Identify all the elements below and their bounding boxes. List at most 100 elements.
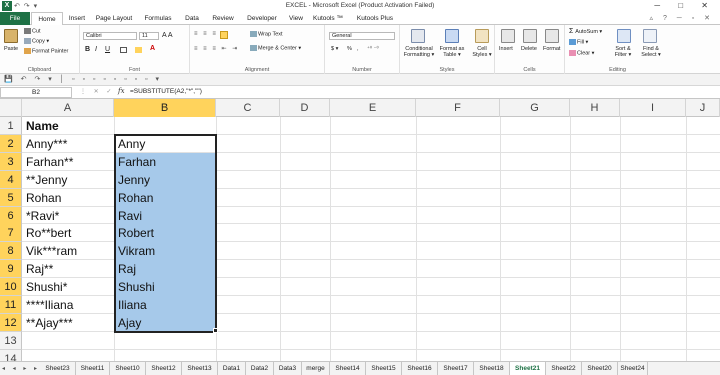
cell-b11[interactable]: Iliana: [115, 296, 215, 314]
cell-b10[interactable]: Shushi: [115, 278, 215, 297]
name-box[interactable]: B2: [0, 87, 72, 98]
fill-color-button[interactable]: [135, 47, 143, 53]
tab-formulas[interactable]: Formulas: [140, 12, 176, 25]
cell-b2[interactable]: Anny: [115, 135, 215, 153]
formula-input[interactable]: =SUBSTITUTE(A2,"*",""): [130, 88, 202, 95]
decimal-buttons[interactable]: ⁺⁰ ⁻⁰: [367, 46, 379, 52]
find-select-button[interactable]: Find & Select ▾: [637, 46, 665, 58]
quick-access-icons[interactable]: 💾 ↶ ↷ ▾ │ ▫ ▫ ▫ ▫ ▫ ▫ ▫ ▫ ▾: [4, 75, 162, 83]
ribbon-help-controls[interactable]: ▵ ? ─ ▫ ✕: [650, 14, 715, 22]
column-header-h[interactable]: H: [570, 99, 620, 117]
row-header-11[interactable]: 11: [0, 296, 22, 314]
column-header-c[interactable]: C: [216, 99, 280, 117]
cell-a7[interactable]: Ro**bert: [23, 224, 114, 242]
delete-cells-button[interactable]: Delete: [521, 46, 537, 52]
window-controls[interactable]: ─ □ ✕: [654, 1, 716, 10]
column-header-f[interactable]: F: [416, 99, 500, 117]
row-header-2[interactable]: 2: [0, 134, 22, 153]
sheet-nav-buttons[interactable]: ◂ ◂ ▸ ▸: [2, 365, 40, 372]
column-header-b[interactable]: B: [114, 99, 216, 117]
cut-button[interactable]: Cut: [24, 28, 41, 34]
sheet-tab-data2[interactable]: Data2: [246, 362, 274, 375]
orientation-button[interactable]: [220, 31, 228, 39]
sheet-tab-sheet11[interactable]: Sheet11: [76, 362, 110, 375]
cell-b9[interactable]: Raj: [115, 260, 215, 279]
sheet-tab-sheet10[interactable]: Sheet10: [110, 362, 146, 375]
font-size-dropdown[interactable]: 11: [139, 32, 159, 40]
font-grow-shrink[interactable]: A A: [162, 32, 173, 39]
format-cells-icon[interactable]: [545, 29, 559, 43]
sheet-tab-sheet15[interactable]: Sheet15: [366, 362, 402, 375]
paste-button[interactable]: Paste: [4, 46, 18, 52]
sheet-tab-sheet21[interactable]: Sheet21: [510, 362, 546, 375]
tab-insert[interactable]: Insert: [64, 12, 90, 25]
sheet-tab-sheet18[interactable]: Sheet18: [474, 362, 510, 375]
percent-button[interactable]: %: [347, 46, 352, 52]
sheet-tab-sheet23[interactable]: Sheet23: [40, 362, 76, 375]
format-painter-button[interactable]: Format Painter: [24, 48, 68, 54]
cell-a8[interactable]: Vik***ram: [23, 242, 114, 260]
cell-styles-button[interactable]: Cell Styles ▾: [470, 46, 494, 58]
clear-button[interactable]: Clear ▾: [569, 50, 594, 56]
conditional-formatting-icon[interactable]: [411, 29, 425, 43]
row-header-4[interactable]: 4: [0, 170, 22, 189]
cell-a12[interactable]: **Ajay***: [23, 314, 114, 332]
cell-b7[interactable]: Robert: [115, 224, 215, 243]
sheet-tab-sheet17[interactable]: Sheet17: [438, 362, 474, 375]
tab-file[interactable]: File: [0, 12, 30, 25]
cell-a11[interactable]: ****Iliana: [23, 296, 114, 314]
font-color-button[interactable]: A: [150, 45, 155, 52]
cell-b12[interactable]: Ajay: [115, 313, 215, 332]
find-select-icon[interactable]: [643, 29, 657, 43]
format-as-table-button[interactable]: Format as Table ▾: [437, 46, 467, 58]
cell-b1[interactable]: [115, 117, 215, 135]
sheet-tab-sheet24[interactable]: Sheet24: [618, 362, 648, 375]
fill-button[interactable]: Fill ▾: [569, 39, 588, 45]
tab-home[interactable]: Home: [31, 12, 63, 26]
row-header-5[interactable]: 5: [0, 188, 22, 207]
sheet-tab-merge[interactable]: merge: [302, 362, 330, 375]
column-header-j[interactable]: J: [686, 99, 720, 117]
underline-button[interactable]: U: [105, 46, 110, 53]
column-header-d[interactable]: D: [280, 99, 330, 117]
cell-b5[interactable]: Rohan: [115, 188, 215, 207]
sheet-tab-sheet14[interactable]: Sheet14: [330, 362, 366, 375]
font-name-dropdown[interactable]: Calibri: [83, 32, 137, 40]
cell-a5[interactable]: Rohan: [23, 189, 114, 207]
cell-a1[interactable]: Name: [23, 117, 114, 135]
column-header-e[interactable]: E: [330, 99, 416, 117]
cell-a2[interactable]: Anny***: [23, 135, 114, 153]
column-header-i[interactable]: I: [620, 99, 686, 117]
tab-developer[interactable]: Developer: [242, 12, 282, 25]
row-header-8[interactable]: 8: [0, 242, 22, 261]
row-header-3[interactable]: 3: [0, 152, 22, 171]
conditional-formatting-button[interactable]: Conditional Formatting ▾: [403, 46, 435, 58]
row-header-6[interactable]: 6: [0, 206, 22, 225]
row-header-7[interactable]: 7: [0, 224, 22, 243]
sheet-tab-sheet13[interactable]: Sheet13: [182, 362, 218, 375]
cell-a9[interactable]: Raj**: [23, 260, 114, 278]
tab-data[interactable]: Data: [180, 12, 204, 25]
sort-filter-icon[interactable]: [617, 29, 631, 43]
vertical-align-buttons[interactable]: ≡ ≡ ≡: [194, 31, 218, 37]
copy-button[interactable]: Copy ▾: [24, 38, 49, 44]
cell-styles-icon[interactable]: [475, 29, 489, 43]
formula-bar-cancel-enter[interactable]: ⋮ ✕ ✓: [80, 88, 114, 95]
tab-view[interactable]: View: [284, 12, 308, 25]
sheet-tab-data1[interactable]: Data1: [218, 362, 246, 375]
tab-kutools-plus[interactable]: Kutools Plus: [352, 12, 398, 25]
currency-button[interactable]: $ ▾: [331, 46, 338, 52]
row-header-1[interactable]: 1: [0, 117, 22, 135]
tab-kutools[interactable]: Kutools ™: [310, 12, 346, 25]
sheet-tab-sheet12[interactable]: Sheet12: [146, 362, 182, 375]
select-all-corner[interactable]: [0, 99, 22, 117]
insert-cells-button[interactable]: Insert: [499, 46, 513, 52]
sheet-tab-sheet20[interactable]: Sheet20: [582, 362, 618, 375]
borders-button[interactable]: [120, 47, 128, 53]
italic-button[interactable]: I: [95, 46, 97, 53]
cell-b13[interactable]: [115, 332, 215, 350]
cell-a3[interactable]: Farhan**: [23, 153, 114, 171]
cell-b6[interactable]: Ravi: [115, 206, 215, 225]
merge-center-button[interactable]: Merge & Center ▾: [250, 45, 301, 51]
delete-cells-icon[interactable]: [523, 29, 537, 43]
